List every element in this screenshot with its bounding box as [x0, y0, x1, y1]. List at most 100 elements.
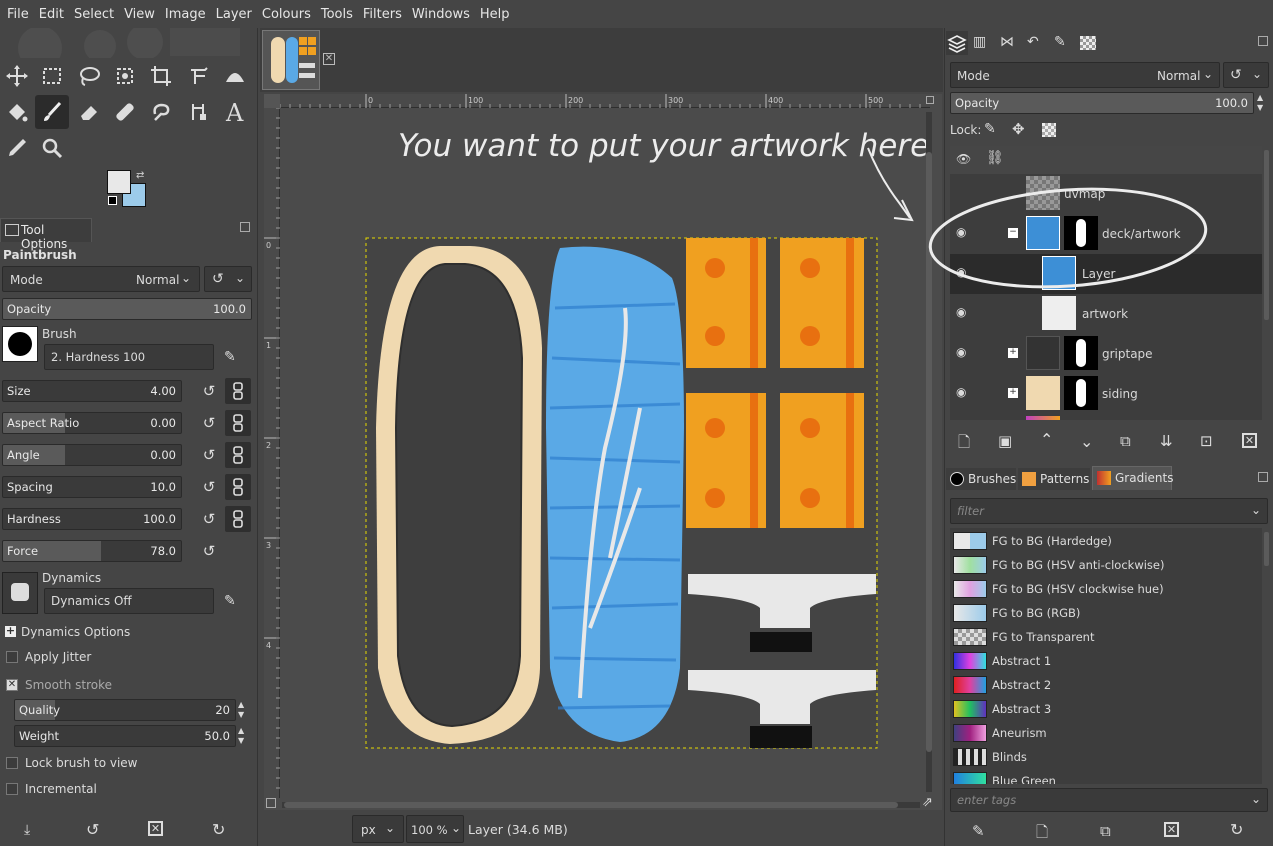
- smooth-stroke-checkbox[interactable]: ✕: [6, 679, 18, 691]
- mode-select[interactable]: Mode Normal ⌄: [2, 266, 200, 292]
- swap-colors-icon[interactable]: ⇄: [136, 170, 144, 181]
- refresh-gradients-icon[interactable]: ↻: [1230, 820, 1243, 839]
- lock-brush-checkbox[interactable]: [6, 757, 18, 769]
- text-tool-icon[interactable]: A: [218, 95, 252, 129]
- warp-transform-icon[interactable]: [218, 59, 252, 93]
- smudge-icon[interactable]: [144, 95, 178, 129]
- eraser-icon[interactable]: [72, 95, 106, 129]
- merge-layer-icon[interactable]: ⇊: [1160, 432, 1173, 450]
- dynamics-field[interactable]: Dynamics Off: [44, 588, 214, 614]
- layer-row-griptape[interactable]: ◉ + griptape: [950, 334, 1262, 374]
- force-slider[interactable]: Force 78.0: [2, 540, 182, 562]
- gradient-item[interactable]: FG to BG (RGB): [950, 601, 1262, 625]
- bucket-fill-icon[interactable]: [0, 95, 34, 129]
- link-icon[interactable]: [225, 378, 251, 404]
- undo-history-tab-icon[interactable]: ↶: [1027, 34, 1039, 50]
- duplicate-gradient-icon[interactable]: ⧉: [1100, 822, 1111, 840]
- tab-brushes[interactable]: Brushes: [946, 468, 1016, 490]
- tab-patterns[interactable]: Patterns: [1018, 468, 1090, 490]
- rect-select-icon[interactable]: [35, 59, 69, 93]
- color-picker-icon[interactable]: [0, 131, 34, 165]
- navigate-icon[interactable]: [266, 798, 276, 808]
- tab-tool-options[interactable]: Tool Options: [0, 218, 92, 251]
- hardness-slider[interactable]: Hardness 100.0: [2, 508, 182, 530]
- paths-icon[interactable]: [182, 95, 216, 129]
- link-icon[interactable]: [225, 506, 251, 532]
- move-tool-icon[interactable]: [0, 59, 34, 93]
- new-layer-group-icon[interactable]: ▣: [998, 432, 1012, 450]
- expand-icon[interactable]: +: [1008, 348, 1018, 358]
- gradients-scrollbar[interactable]: [1264, 532, 1269, 566]
- reset-icon[interactable]: ↺: [198, 412, 220, 434]
- raise-layer-icon[interactable]: ⌃: [1040, 430, 1053, 449]
- channels-tab-icon[interactable]: ▥: [973, 34, 986, 50]
- expand-icon[interactable]: +: [1008, 388, 1018, 398]
- delete-layer-icon[interactable]: ✕: [1242, 433, 1257, 448]
- gradient-item[interactable]: Abstract 3: [950, 697, 1262, 721]
- reset-icon[interactable]: ↺: [198, 380, 220, 402]
- new-gradient-icon[interactable]: 🗋: [1036, 822, 1048, 846]
- layers-scrollbar[interactable]: [1264, 150, 1269, 320]
- gradient-item[interactable]: FG to Transparent: [950, 625, 1262, 649]
- incremental-checkbox[interactable]: [6, 783, 18, 795]
- link-icon[interactable]: [225, 442, 251, 468]
- duplicate-layer-icon[interactable]: ⧉: [1120, 432, 1131, 450]
- layer-mode-select[interactable]: Mode Normal ⌄: [950, 62, 1220, 88]
- dynamics-options-label[interactable]: Dynamics Options: [21, 625, 130, 639]
- gradient-item[interactable]: Blinds: [950, 745, 1262, 769]
- menu-colours[interactable]: Colours: [257, 7, 316, 22]
- opacity-slider[interactable]: Opacity 100.0: [2, 298, 252, 320]
- layer-row-siding[interactable]: ◉ + siding: [950, 374, 1262, 414]
- save-options-icon[interactable]: ⤓: [24, 822, 30, 838]
- brush-name-field[interactable]: 2. Hardness 100: [44, 344, 214, 370]
- reset-icon[interactable]: ↺: [198, 508, 220, 530]
- menu-help[interactable]: Help: [475, 7, 515, 22]
- menu-edit[interactable]: Edit: [34, 7, 69, 22]
- heal-icon[interactable]: [108, 95, 142, 129]
- gradient-item[interactable]: Abstract 1: [950, 649, 1262, 673]
- pattern-tab-icon[interactable]: [1080, 36, 1096, 50]
- gradient-item[interactable]: FG to BG (HSV clockwise hue): [950, 577, 1262, 601]
- layer-opacity-slider[interactable]: Opacity 100.0: [950, 92, 1254, 114]
- apply-jitter-checkbox[interactable]: [6, 651, 18, 663]
- eye-icon[interactable]: ◉: [956, 305, 966, 319]
- dynamics-preview[interactable]: [2, 572, 38, 614]
- quality-slider[interactable]: Quality 20: [14, 699, 236, 721]
- menu-image[interactable]: Image: [160, 7, 211, 22]
- reset-icon[interactable]: ↺: [198, 540, 220, 562]
- edit-brush-icon[interactable]: ✎: [224, 349, 236, 365]
- link-icon[interactable]: [225, 410, 251, 436]
- gradient-item[interactable]: Aneurism: [950, 721, 1262, 745]
- image-thumbnail-tab[interactable]: [262, 30, 320, 90]
- link-icon[interactable]: [225, 474, 251, 500]
- tags-input[interactable]: enter tags ⌄: [950, 788, 1268, 812]
- lower-layer-icon[interactable]: ⌄: [1080, 432, 1093, 451]
- menu-layer[interactable]: Layer: [211, 7, 257, 22]
- lock-pixels-icon[interactable]: ✎: [984, 121, 996, 137]
- zoom-icon[interactable]: [35, 131, 69, 165]
- default-colors-icon[interactable]: [108, 196, 117, 205]
- eye-icon[interactable]: ◉: [956, 345, 966, 359]
- paths-tab-icon[interactable]: ⋈: [1000, 34, 1014, 50]
- layer-mode-reset[interactable]: ↺ ⌄: [1223, 62, 1269, 88]
- gradient-item[interactable]: Blue Green: [950, 769, 1262, 784]
- menu-select[interactable]: Select: [69, 7, 119, 22]
- foreground-color-swatch[interactable]: [107, 170, 131, 194]
- edit-dynamics-icon[interactable]: ✎: [224, 593, 236, 609]
- spinner-icon[interactable]: ▲ ▼: [238, 700, 244, 720]
- crop-icon[interactable]: [144, 59, 178, 93]
- weight-slider[interactable]: Weight 50.0: [14, 725, 236, 747]
- horizontal-scrollbar[interactable]: [282, 802, 920, 808]
- menu-tools[interactable]: Tools: [316, 7, 358, 22]
- menu-file[interactable]: File: [2, 7, 34, 22]
- angle-slider[interactable]: Angle 0.00: [2, 444, 182, 466]
- dock-menu-icon[interactable]: [1258, 472, 1268, 482]
- size-slider[interactable]: Size 4.00: [2, 380, 182, 402]
- lock-alpha-icon[interactable]: [1042, 123, 1056, 137]
- gradient-item[interactable]: FG to BG (Hardedge): [950, 529, 1262, 553]
- dock-menu-icon[interactable]: [1258, 36, 1268, 46]
- filter-input[interactable]: filter ⌄: [950, 498, 1268, 524]
- zoom-select[interactable]: 100 % ⌄: [406, 815, 464, 843]
- spinner-icon[interactable]: ▲ ▼: [238, 726, 244, 746]
- edit-gradient-icon[interactable]: ✎: [972, 822, 985, 840]
